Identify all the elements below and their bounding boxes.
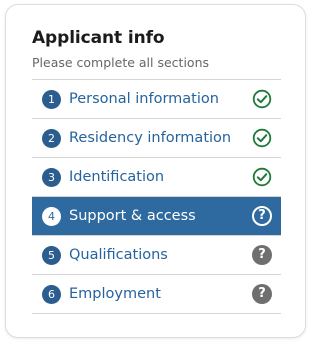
step-number-badge: 3	[42, 168, 61, 187]
section-label[interactable]: Residency information	[69, 129, 231, 148]
section-item-residency-information[interactable]: 2 Residency information	[32, 119, 281, 158]
step-number-badge: 4	[42, 207, 61, 226]
step-number-badge: 5	[42, 246, 61, 265]
question-circle-icon: ?	[252, 206, 272, 226]
section-item-identification[interactable]: 3 Identification	[32, 158, 281, 197]
check-circle-icon	[252, 128, 272, 148]
section-item-employment[interactable]: 6 Employment ?	[32, 275, 281, 314]
question-circle-icon: ?	[252, 284, 272, 304]
section-item-qualifications[interactable]: 5 Qualifications ?	[32, 236, 281, 275]
applicant-info-card: Applicant info Please complete all secti…	[5, 4, 306, 338]
section-label[interactable]: Personal information	[69, 90, 219, 109]
section-item-support-access[interactable]: 4 Support & access ?	[32, 197, 281, 236]
section-list: 1 Personal information 2 Residency infor…	[32, 79, 281, 314]
check-circle-icon	[252, 89, 272, 109]
panel-subtitle: Please complete all sections	[32, 55, 210, 70]
section-label[interactable]: Qualifications	[69, 246, 168, 265]
question-circle-icon: ?	[252, 245, 272, 265]
section-label[interactable]: Support & access	[69, 207, 196, 226]
section-label[interactable]: Employment	[69, 285, 161, 304]
section-label[interactable]: Identification	[69, 168, 164, 187]
step-number-badge: 2	[42, 129, 61, 148]
panel-title: Applicant info	[32, 28, 165, 48]
step-number-badge: 6	[42, 285, 61, 304]
check-circle-icon	[252, 167, 272, 187]
step-number-badge: 1	[42, 90, 61, 109]
section-item-personal-information[interactable]: 1 Personal information	[32, 80, 281, 119]
